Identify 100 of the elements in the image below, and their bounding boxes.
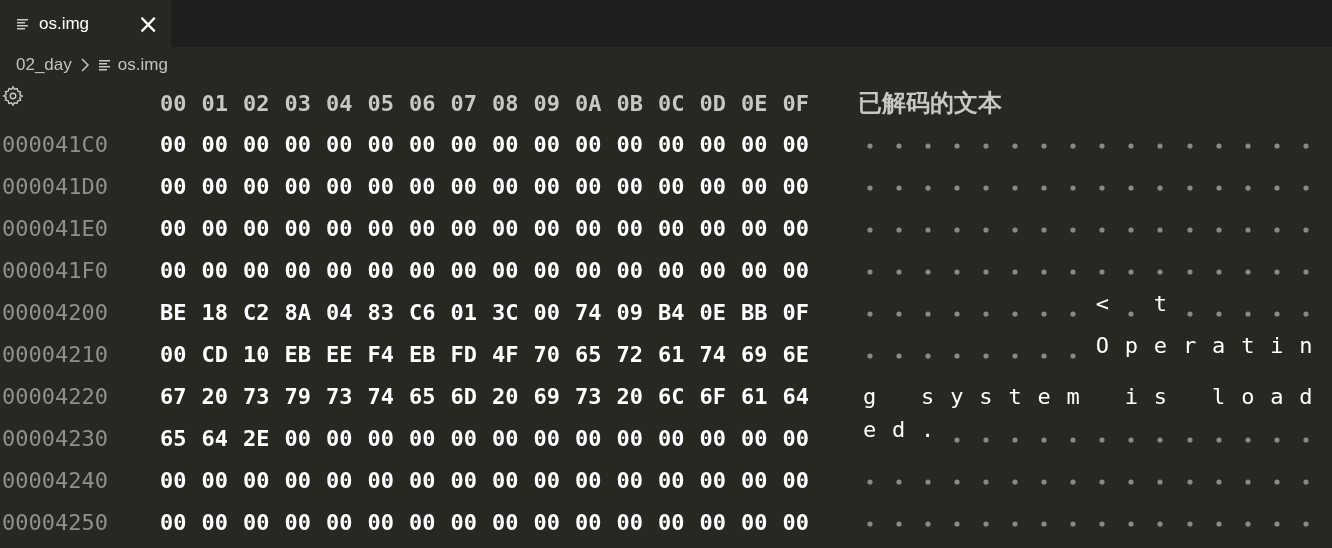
hex-byte[interactable]: 00: [409, 215, 451, 241]
hex-byte[interactable]: 00: [243, 257, 285, 283]
hex-byte[interactable]: 00: [616, 173, 658, 199]
hex-byte[interactable]: 67: [160, 383, 202, 409]
decoded-char[interactable]: m: [1058, 383, 1088, 409]
hex-byte[interactable]: 64: [201, 425, 243, 451]
hex-byte[interactable]: 20: [492, 383, 534, 409]
hex-byte[interactable]: 3C: [492, 299, 534, 325]
hex-byte[interactable]: 00: [533, 257, 575, 283]
hex-byte[interactable]: 00: [741, 257, 783, 283]
hex-byte[interactable]: 00: [326, 173, 368, 199]
hex-byte[interactable]: 00: [741, 131, 783, 157]
hex-byte[interactable]: 00: [201, 131, 243, 157]
hex-byte[interactable]: 00: [741, 425, 783, 451]
hex-byte[interactable]: 04: [326, 299, 368, 325]
hex-byte[interactable]: 00: [243, 131, 285, 157]
hex-byte[interactable]: 00: [492, 215, 534, 241]
hex-byte[interactable]: 00: [284, 215, 326, 241]
hex-byte[interactable]: 2E: [243, 425, 285, 451]
hex-byte[interactable]: 00: [243, 467, 285, 493]
decoded-char[interactable]: e: [1029, 383, 1059, 409]
hex-byte[interactable]: 00: [575, 467, 617, 493]
hex-byte[interactable]: 00: [243, 173, 285, 199]
hex-byte[interactable]: 00: [201, 173, 243, 199]
hex-byte[interactable]: 74: [699, 341, 741, 367]
decoded-char[interactable]: .: [913, 417, 943, 459]
decoded-char[interactable]: a: [1262, 383, 1292, 409]
hex-byte[interactable]: 65: [409, 383, 451, 409]
hex-byte[interactable]: 00: [658, 131, 700, 157]
hex-byte[interactable]: 00: [616, 509, 658, 535]
hex-byte[interactable]: 00: [492, 257, 534, 283]
hex-byte[interactable]: 00: [575, 509, 617, 535]
hex-byte[interactable]: 00: [741, 173, 783, 199]
hex-byte[interactable]: 73: [575, 383, 617, 409]
hex-byte[interactable]: 4F: [492, 341, 534, 367]
hex-byte[interactable]: 65: [160, 425, 202, 451]
decoded-char[interactable]: e: [1145, 333, 1176, 375]
hex-byte[interactable]: 0F: [782, 299, 824, 325]
editor-tab[interactable]: os.img ×: [0, 0, 171, 47]
decoded-char[interactable]: t: [1145, 291, 1176, 333]
hex-byte[interactable]: 00: [367, 173, 409, 199]
hex-byte[interactable]: 00: [367, 509, 409, 535]
hex-byte[interactable]: 69: [741, 341, 783, 367]
hex-byte[interactable]: 79: [284, 383, 326, 409]
hex-byte[interactable]: 6F: [699, 383, 741, 409]
hex-byte[interactable]: 00: [284, 425, 326, 451]
hex-byte[interactable]: 00: [741, 509, 783, 535]
decoded-char[interactable]: a: [1204, 333, 1234, 375]
hex-byte[interactable]: 00: [326, 425, 368, 451]
hex-byte[interactable]: 00: [658, 215, 700, 241]
hex-byte[interactable]: 83: [367, 299, 409, 325]
hex-byte[interactable]: 00: [409, 509, 451, 535]
hex-byte[interactable]: 8A: [284, 299, 326, 325]
hex-byte[interactable]: 00: [699, 215, 741, 241]
hex-byte[interactable]: 00: [367, 215, 409, 241]
hex-byte[interactable]: 00: [450, 425, 492, 451]
hex-byte[interactable]: 00: [160, 257, 202, 283]
hex-byte[interactable]: FD: [450, 341, 492, 367]
hex-byte[interactable]: 74: [575, 299, 617, 325]
hex-byte[interactable]: 00: [450, 509, 492, 535]
hex-byte[interactable]: 0E: [699, 299, 741, 325]
hex-byte[interactable]: 6E: [782, 341, 824, 367]
breadcrumb-item[interactable]: os.img: [97, 55, 168, 75]
hex-byte[interactable]: 00: [284, 257, 326, 283]
hex-byte[interactable]: F4: [367, 341, 409, 367]
hex-byte[interactable]: 70: [533, 341, 575, 367]
hex-byte[interactable]: 00: [699, 173, 741, 199]
hex-byte[interactable]: 00: [782, 257, 824, 283]
hex-byte[interactable]: 00: [492, 509, 534, 535]
hex-byte[interactable]: 00: [658, 257, 700, 283]
hex-byte[interactable]: 00: [616, 131, 658, 157]
hex-byte[interactable]: 00: [782, 215, 824, 241]
decoded-char[interactable]: i: [1116, 383, 1146, 409]
hex-byte[interactable]: 00: [699, 257, 741, 283]
hex-byte[interactable]: 00: [201, 467, 243, 493]
hex-byte[interactable]: 00: [409, 257, 451, 283]
hex-byte[interactable]: 00: [160, 215, 202, 241]
hex-byte[interactable]: EB: [284, 341, 326, 367]
hex-byte[interactable]: 72: [616, 341, 658, 367]
decoded-char[interactable]: d: [884, 417, 914, 459]
hex-byte[interactable]: 00: [533, 425, 575, 451]
hex-byte[interactable]: 00: [284, 131, 326, 157]
hex-byte[interactable]: 00: [450, 173, 492, 199]
hex-byte[interactable]: EB: [409, 341, 451, 367]
hex-byte[interactable]: 00: [201, 215, 243, 241]
hex-byte[interactable]: 00: [492, 173, 534, 199]
decoded-char[interactable]: s: [1145, 383, 1176, 409]
close-button[interactable]: ×: [137, 10, 159, 37]
hex-byte[interactable]: 65: [575, 341, 617, 367]
hex-byte[interactable]: 61: [658, 341, 700, 367]
hex-byte[interactable]: 00: [575, 215, 617, 241]
settings-icon[interactable]: [2, 85, 24, 107]
hex-byte[interactable]: 00: [284, 173, 326, 199]
hex-byte[interactable]: 00: [533, 131, 575, 157]
hex-byte[interactable]: 00: [201, 257, 243, 283]
hex-byte[interactable]: 64: [782, 383, 824, 409]
hex-byte[interactable]: 00: [782, 173, 824, 199]
decoded-char[interactable]: s: [913, 383, 943, 409]
hex-byte[interactable]: 00: [326, 257, 368, 283]
hex-byte[interactable]: 20: [201, 383, 243, 409]
